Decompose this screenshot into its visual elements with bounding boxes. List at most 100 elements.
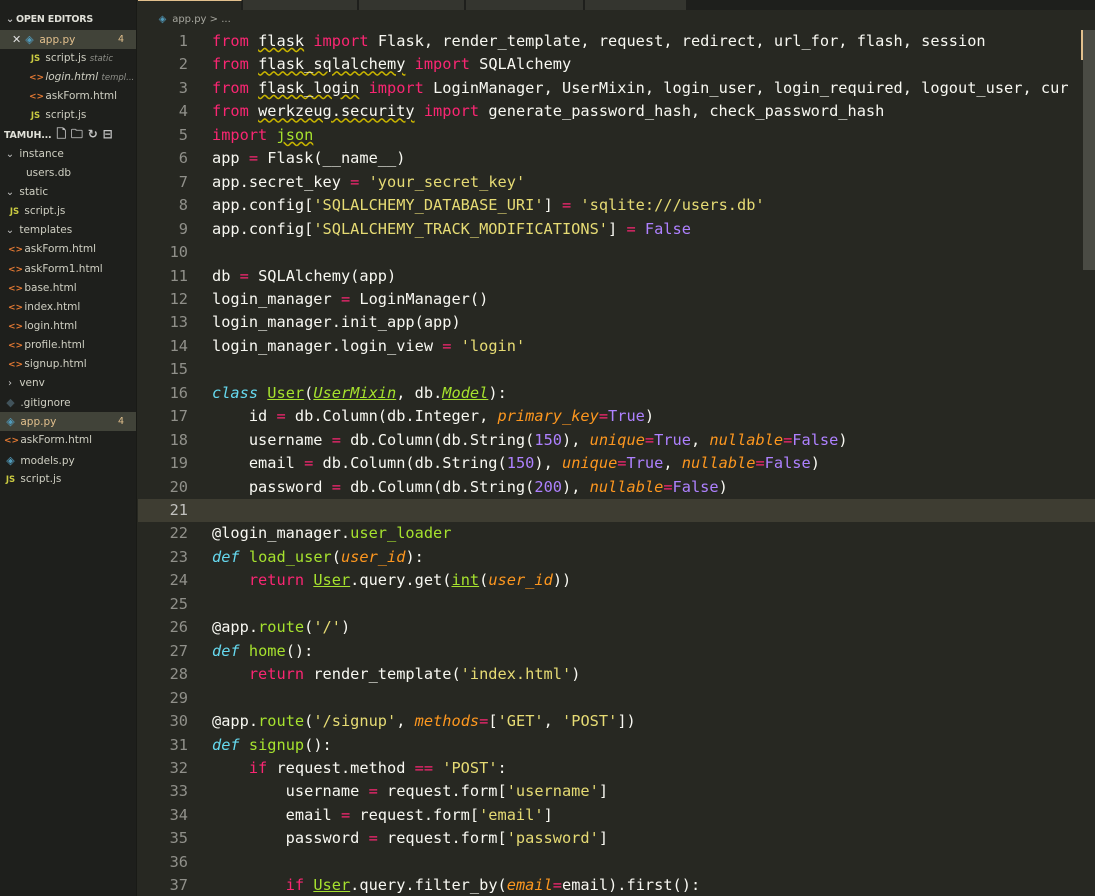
code-line[interactable]: 6 app = Flask(__name__) [138,147,406,170]
code-token: = [368,782,378,801]
code-token: ] [543,805,553,824]
tree-file-users-db[interactable]: users.db [0,164,136,183]
code-line[interactable]: 29 [138,687,212,710]
code-line[interactable]: 12 login_manager = LoginManager() [138,288,489,311]
tree-folder-static[interactable]: ⌄ static [0,183,136,202]
code-line[interactable]: 11 db = SQLAlchemy(app) [138,265,397,288]
code-line[interactable]: 31 def signup(): [138,734,332,757]
tree-file-askform-html-root[interactable]: <> askForm.html [0,431,136,450]
open-editor-askform-html[interactable]: <> askForm.html [0,87,136,106]
code-token: return [248,571,305,590]
code-token: True [608,407,645,426]
code-line[interactable]: 15 [138,358,212,381]
tab-askform-html[interactable] [466,0,584,10]
code-token: render_template( [304,665,461,684]
tree-folder-instance[interactable]: ⌄ instance [0,145,136,164]
tree-file-gitignore[interactable]: ◆ .gitignore [0,393,136,412]
code-line[interactable]: 20 password = db.Column(db.String(200), … [138,476,728,499]
tab-script-js-2[interactable] [585,0,687,10]
breadcrumb-file[interactable]: app.py [172,14,206,25]
new-file-icon[interactable]: 🗋 [56,125,66,144]
python-file-icon: ◈ [158,14,167,25]
code-token: = [340,289,351,308]
tree-file-base-html[interactable]: <> base.html [0,279,136,298]
vertical-scrollbar[interactable] [1083,30,1095,270]
code-line[interactable]: 4 from werkzeug.security import generate_… [138,100,885,123]
open-editor-script-js[interactable]: JS script.js [0,106,136,125]
code-line[interactable]: 16 class User(UserMixin, db.Model): [138,382,507,405]
code-token: = [331,477,341,496]
tree-folder-templates[interactable]: ⌄ templates [0,221,136,240]
line-number: 24 [169,571,188,590]
code-line[interactable]: 37 if User.query.filter_by(email=email).… [138,874,701,896]
code-line[interactable]: 13 login_manager.init_app(app) [138,311,461,334]
code-line[interactable]: 27 def home(): [138,640,314,663]
close-icon[interactable]: ✕ [12,30,23,49]
tree-file-models-py[interactable]: ◈ models.py [0,451,136,470]
code-token: ) [838,430,848,449]
code-line[interactable]: 24 return User.query.get(int(user_id)) [138,569,572,592]
refresh-icon[interactable]: ↻ [88,125,98,144]
code-line[interactable]: 30 @app.route('/signup', methods=['GET', … [138,710,636,733]
code-line[interactable]: 32 if request.method == 'POST': [138,757,507,780]
code-line[interactable]: 9 app.config['SQLALCHEMY_TRACK_MODIFICATI… [138,218,691,241]
tree-file-askform1-html[interactable]: <> askForm1.html [0,260,136,279]
line-number: 7 [178,172,188,191]
new-folder-icon[interactable]: 🗀 [71,125,83,144]
tree-file-index-html[interactable]: <> index.html [0,298,136,317]
code-line[interactable]: 14 login_manager.login_view = 'login' [138,335,526,358]
code-token: LoginManager() [350,289,489,308]
html-file-icon: <> [29,73,45,83]
code-token: ) [571,665,581,684]
html-file-icon: <> [8,322,24,332]
code-token: app.config[ [212,196,314,215]
code-line[interactable]: 10 [138,241,212,264]
code-line[interactable]: 3 from flask_login import LoginManager, U… [138,77,1069,100]
code-line[interactable]: 36 [138,851,212,874]
code-line[interactable]: 8 app.config['SQLALCHEMY_DATABASE_URI'] =… [138,194,765,217]
tree-file-login-html[interactable]: <> login.html [0,317,136,336]
code-token: True [626,454,664,473]
tab-login-html[interactable] [359,0,465,10]
code-line[interactable]: 17 id = db.Column(db.Integer, primary_ke… [138,405,655,428]
open-editor-app-py[interactable]: ✕ ◈ app.py 4 [0,30,136,49]
code-line[interactable]: 7 app.secret_key = 'your_secret_key' [138,171,525,194]
code-line[interactable]: 28 return render_template('index.html') [138,663,581,686]
tab-app-py[interactable] [138,0,242,10]
code-line[interactable]: 26 @app.route('/') [138,616,351,639]
open-editor-login-html[interactable]: <> login.html templ... [0,68,136,87]
breadcrumb-symbol[interactable]: ... [221,14,231,25]
tree-file-script-js-root[interactable]: JS script.js [0,470,136,489]
python-file-icon: ◈ [25,33,34,46]
code-token: = [340,805,351,824]
code-line[interactable]: 34 email = request.form['email'] [138,804,553,827]
line-number: 8 [178,196,188,215]
line-number: 6 [178,149,188,168]
tab-script-js[interactable] [243,0,358,10]
open-editors-header[interactable]: ⌄ OPEN EDITORS [0,10,136,29]
code-line[interactable]: 21 [138,499,1095,523]
tree-file-app-py[interactable]: ◈ app.py 4 [0,412,136,431]
tree-file-signup-html[interactable]: <> signup.html [0,355,136,374]
tree-file-askform-html[interactable]: <> askForm.html [0,240,136,259]
code-editor[interactable]: 1 from flask import Flask, render_templat… [138,30,1095,896]
code-line[interactable]: 23 def load_user(user_id): [138,546,424,569]
code-line[interactable]: 22 @login_manager.user_loader [138,522,452,545]
code-line[interactable]: 19 email = db.Column(db.String(150), uni… [138,452,820,475]
tree-folder-venv[interactable]: › venv [0,374,136,393]
workspace-header[interactable]: TAMUH... 🗋 🗀 ↻ ⊟ [0,125,136,144]
open-editor-script-js-static[interactable]: JS script.js static [0,49,136,68]
code-line[interactable]: 25 [138,593,212,616]
code-line[interactable]: 35 password = request.form['password'] [138,827,608,850]
code-line[interactable]: 5 import json [138,124,314,147]
collapse-all-icon[interactable]: ⊟ [103,125,113,144]
code-line[interactable]: 2 from flask_sqlalchemy import SQLAlchemy [138,53,571,76]
code-line[interactable]: 33 username = request.form['username'] [138,780,608,803]
code-line[interactable]: 1 from flask import Flask, render_templat… [138,30,986,53]
tree-file-profile-html[interactable]: <> profile.html [0,336,136,355]
code-token: import [423,102,480,121]
code-line[interactable]: 18 username = db.Column(db.String(150), … [138,429,848,452]
tree-file-script-js[interactable]: JS script.js [0,202,136,221]
